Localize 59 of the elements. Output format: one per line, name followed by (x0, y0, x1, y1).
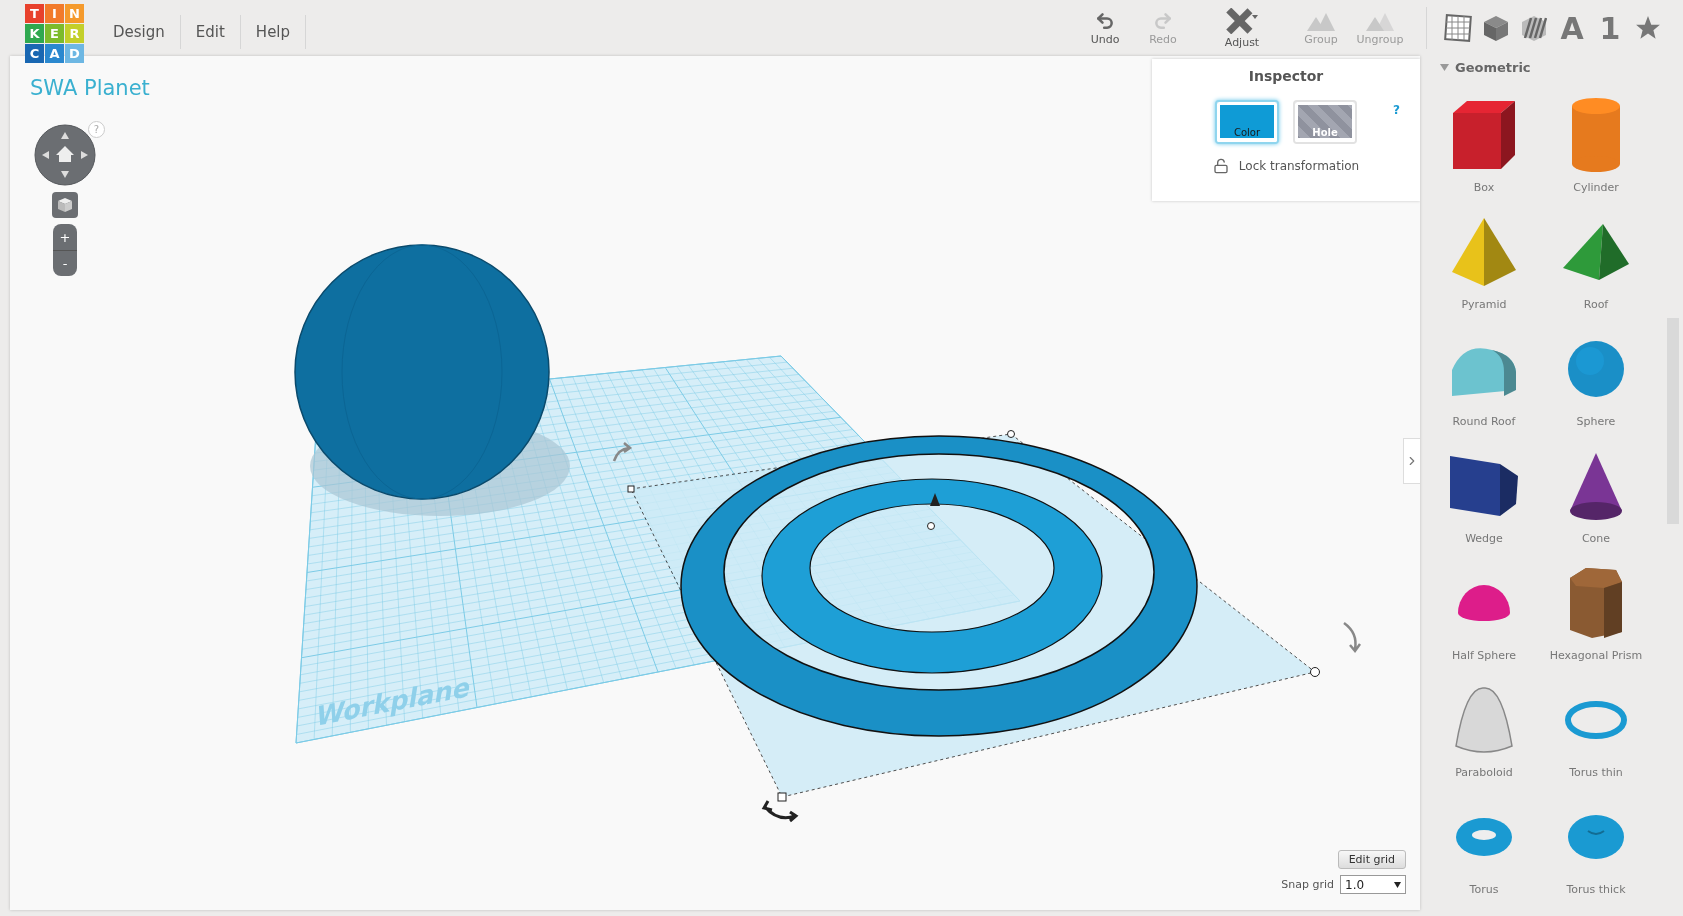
logo-tile: R (65, 24, 84, 43)
category-tab[interactable]: A (1553, 8, 1591, 48)
help-icon[interactable]: ? (1393, 103, 1400, 117)
height-arrow-icon (930, 493, 940, 506)
shape-label[interactable]: Pyramid (1461, 298, 1507, 311)
logo-tile: T (25, 4, 44, 23)
zoom-out-button[interactable]: - (53, 250, 77, 276)
logo-tile: E (45, 24, 64, 43)
corner-handle[interactable] (1310, 667, 1320, 677)
shape-label[interactable]: Hexagonal Prism (1549, 649, 1643, 662)
redo-icon (1153, 10, 1173, 31)
shape-label[interactable]: Cylinder (1573, 181, 1619, 194)
shape-label[interactable]: Cone (1581, 532, 1611, 545)
shape-label[interactable]: Round Roof (1452, 415, 1516, 428)
corner-handle[interactable] (777, 792, 787, 802)
shape-label[interactable]: Torus (1469, 883, 1499, 896)
section-header[interactable]: Geometric (1440, 60, 1681, 75)
lock-label: Lock transformation (1238, 159, 1360, 173)
dropdown-caret-icon (1394, 881, 1401, 888)
shape-label[interactable]: Wedge (1465, 532, 1503, 545)
shape-label[interactable]: Half Sphere (1451, 649, 1517, 662)
view-navigation-control[interactable] (34, 124, 96, 186)
logo-tile: D (65, 44, 84, 63)
logo-tile: I (45, 4, 64, 23)
edit-grid-button[interactable]: Edit grid (1337, 850, 1406, 869)
shape-label[interactable]: Box (1473, 181, 1495, 194)
menu-item[interactable]: Design (98, 15, 181, 49)
shape-label[interactable]: Torus thin (1569, 766, 1623, 779)
rotate-arrow-icon[interactable] (762, 799, 798, 823)
color-button[interactable]: Color (1215, 100, 1279, 144)
category-tab[interactable]: 1 (1591, 8, 1629, 48)
design-title[interactable]: SWA Planet (30, 76, 150, 100)
center-handle[interactable] (927, 522, 935, 530)
caret-icon (1440, 63, 1449, 72)
cube-view-button[interactable] (52, 192, 78, 218)
menu-item[interactable]: Help (240, 15, 307, 49)
help-icon[interactable]: ? (88, 121, 105, 138)
zoom-in-button[interactable]: + (53, 224, 77, 250)
logo-tile: N (65, 4, 84, 23)
corner-handle[interactable] (1007, 430, 1015, 438)
shape-label[interactable]: Sphere (1576, 415, 1616, 428)
undo-icon (1095, 10, 1115, 31)
undo-button[interactable]: Undo (1076, 10, 1134, 46)
inspector-title: Inspector (1248, 68, 1324, 84)
unlock-icon[interactable] (1212, 158, 1229, 174)
adjust-button[interactable]: Adjust (1192, 7, 1292, 49)
snap-grid-label: Snap grid (1281, 878, 1334, 891)
snap-grid-select[interactable]: 1.0 (1340, 875, 1406, 894)
logo-tile: C (25, 44, 44, 63)
hole-button[interactable]: Hole (1293, 100, 1357, 144)
workplane-label: Workplane (314, 670, 473, 733)
logo-tile: K (25, 24, 44, 43)
shape-label[interactable]: Paraboloid (1455, 766, 1513, 779)
collapse-handle[interactable] (1403, 438, 1420, 484)
menu-item[interactable]: Edit (180, 15, 241, 49)
shape-label[interactable]: Roof (1583, 298, 1609, 311)
logo-tile: A (45, 44, 64, 63)
shape-label[interactable]: Torus thick (1566, 883, 1626, 896)
corner-handle[interactable] (627, 485, 635, 493)
